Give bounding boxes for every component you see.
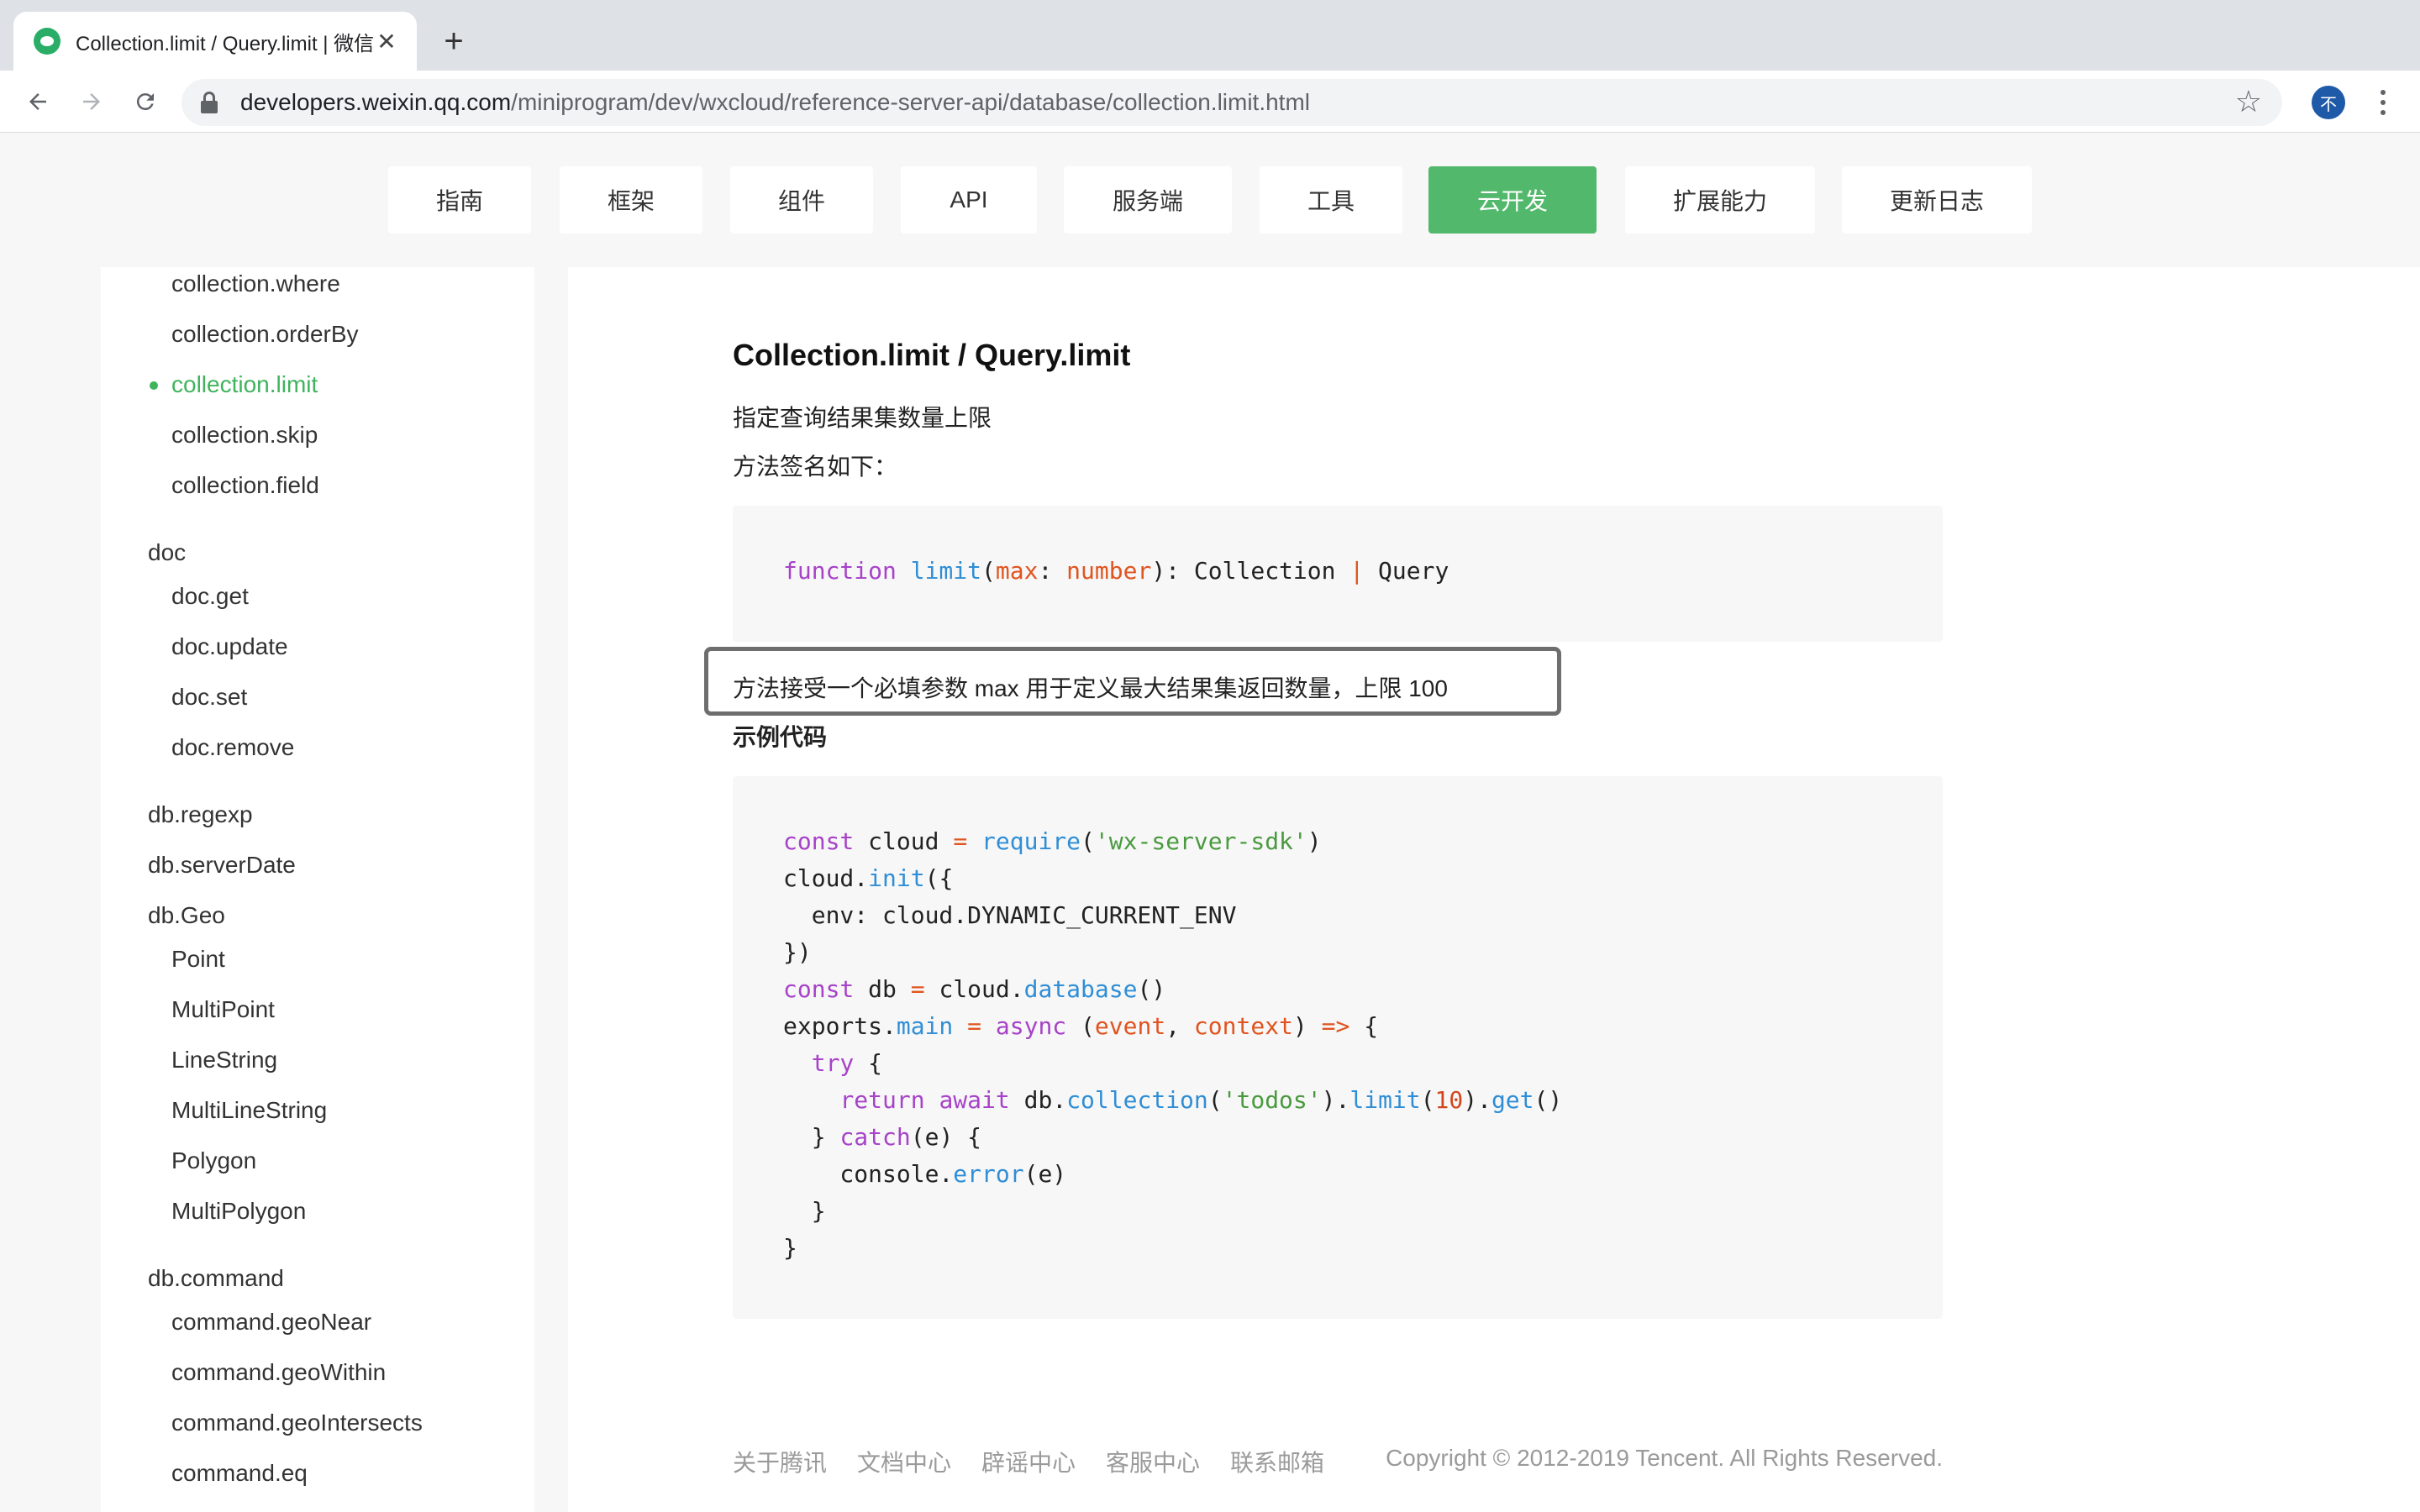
browser-tab-strip: Collection.limit / Query.limit | 微信开放文档 … [0, 0, 2420, 71]
sidebar-group-db-command[interactable]: db.command [148, 1265, 284, 1292]
url-text: developers.weixin.qq.com/miniprogram/dev… [240, 89, 1311, 115]
nav-item-components[interactable]: 组件 [730, 166, 873, 234]
footer: 关于腾讯 文档中心 辟谣中心 客服中心 联系邮箱 Copyright © 201… [733, 1445, 1943, 1482]
nav-item-guide[interactable]: 指南 [388, 166, 531, 234]
sidebar-item-command-eq[interactable]: command.eq [171, 1460, 308, 1487]
code-line-11: } [783, 1197, 826, 1225]
nav-item-framework[interactable]: 框架 [560, 166, 702, 234]
lock-icon[interactable] [198, 92, 220, 113]
site-top-nav: 指南 框架 组件 API 服务端 工具 云开发 扩展能力 更新日志 [0, 133, 2420, 267]
signature-code: function limit(max: number): Collection … [783, 557, 1449, 585]
code-line-8: return await db.collection('todos').limi… [839, 1086, 1563, 1114]
sidebar-item-collection-where[interactable]: collection.where [171, 270, 340, 297]
param-note-text: 方法接受一个必填参数 max 用于定义最大结果集返回数量，上限 100 [733, 675, 1448, 701]
nav-item-tools[interactable]: 工具 [1260, 166, 1402, 234]
footer-link-doc-center[interactable]: 文档中心 [857, 1445, 951, 1478]
back-arrow-icon[interactable] [18, 82, 57, 121]
code-line-7: try { [811, 1049, 883, 1077]
sidebar: collection.where collection.orderBy coll… [0, 267, 568, 1512]
sidebar-group-db-geo[interactable]: db.Geo [148, 902, 225, 929]
sidebar-item-command-geowithin[interactable]: command.geoWithin [171, 1359, 386, 1386]
wechat-favicon-icon [34, 28, 60, 55]
sidebar-item-command-geointersects[interactable]: command.geoIntersects [171, 1410, 423, 1436]
footer-link-service-center[interactable]: 客服中心 [1106, 1445, 1200, 1478]
code-line-1: const cloud = require('wx-server-sdk') [783, 827, 1322, 855]
browser-toolbar: developers.weixin.qq.com/miniprogram/dev… [0, 71, 2420, 133]
nav-item-cloud-dev[interactable]: 云开发 [1428, 166, 1597, 234]
footer-link-rumor-center[interactable]: 辟谣中心 [981, 1445, 1076, 1478]
code-line-12: } [783, 1234, 797, 1262]
kebab-menu-icon[interactable] [2373, 84, 2393, 121]
active-bullet-icon [150, 381, 158, 390]
description-text: 指定查询结果集数量上限 [733, 405, 992, 431]
sidebar-item-multipolygon[interactable]: MultiPolygon [171, 1198, 306, 1225]
code-line-6: exports.main = async (event, context) =>… [783, 1012, 1379, 1040]
code-line-10: console.error(e) [783, 1160, 1067, 1188]
sidebar-item-doc-get[interactable]: doc.get [171, 583, 249, 610]
nav-item-changelog[interactable]: 更新日志 [1842, 166, 2032, 234]
tab-title: Collection.limit / Query.limit | 微信开放文档 [76, 32, 373, 55]
reload-icon[interactable] [126, 82, 165, 121]
example-heading: 示例代码 [733, 724, 828, 750]
sidebar-item-command-geonear[interactable]: command.geoNear [171, 1309, 371, 1336]
footer-link-contact-email[interactable]: 联系邮箱 [1230, 1445, 1324, 1478]
sidebar-group-doc[interactable]: doc [148, 539, 186, 566]
code-line-4: }) [783, 938, 812, 966]
sidebar-item-doc-remove[interactable]: doc.remove [171, 734, 294, 761]
sidebar-group-db-serverdate[interactable]: db.serverDate [148, 852, 296, 879]
sidebar-item-multilinestring[interactable]: MultiLineString [171, 1097, 327, 1124]
code-line-9: } catch(e) { [783, 1123, 982, 1151]
nav-item-api[interactable]: API [901, 166, 1037, 234]
sidebar-item-multipoint[interactable]: MultiPoint [171, 996, 275, 1023]
sidebar-group-db-regexp[interactable]: db.regexp [148, 801, 253, 828]
sidebar-item-collection-orderby[interactable]: collection.orderBy [171, 321, 359, 348]
code-line-2: cloud.init({ [783, 864, 954, 892]
copyright-text: Copyright © 2012-2019 Tencent. All Right… [1386, 1445, 1943, 1471]
forward-arrow-icon[interactable] [72, 82, 111, 121]
star-icon[interactable]: ☆ [2235, 84, 2262, 119]
sidebar-item-point[interactable]: Point [171, 946, 225, 973]
code-line-5: const db = cloud.database() [783, 975, 1166, 1003]
signature-code-block: function limit(max: number): Collection … [733, 506, 1943, 642]
sidebar-item-collection-field[interactable]: collection.field [171, 472, 319, 499]
code-line-3: env: cloud.DYNAMIC_CURRENT_ENV [783, 901, 1237, 929]
sidebar-item-collection-limit[interactable]: collection.limit [171, 371, 318, 398]
browser-tab[interactable]: Collection.limit / Query.limit | 微信开放文档 … [13, 12, 417, 71]
close-tab-icon[interactable]: ✕ [373, 28, 400, 55]
sidebar-item-collection-skip[interactable]: collection.skip [171, 422, 318, 449]
sidebar-item-polygon[interactable]: Polygon [171, 1147, 256, 1174]
example-code: const cloud = require('wx-server-sdk') c… [783, 823, 1562, 1267]
nav-item-extensions[interactable]: 扩展能力 [1625, 166, 1815, 234]
new-tab-button[interactable]: + [437, 22, 471, 60]
address-bar[interactable]: developers.weixin.qq.com/miniprogram/dev… [182, 79, 2282, 126]
sidebar-item-doc-update[interactable]: doc.update [171, 633, 288, 660]
example-code-block: const cloud = require('wx-server-sdk') c… [733, 776, 1943, 1319]
sidebar-item-linestring[interactable]: LineString [171, 1047, 277, 1074]
profile-avatar[interactable]: 不 [2312, 86, 2345, 119]
nav-item-server[interactable]: 服务端 [1064, 166, 1232, 234]
page-title: Collection.limit / Query.limit [733, 338, 1131, 372]
sidebar-item-doc-set[interactable]: doc.set [171, 684, 247, 711]
footer-link-about-tencent[interactable]: 关于腾讯 [733, 1445, 827, 1478]
signature-label: 方法签名如下： [733, 454, 898, 480]
